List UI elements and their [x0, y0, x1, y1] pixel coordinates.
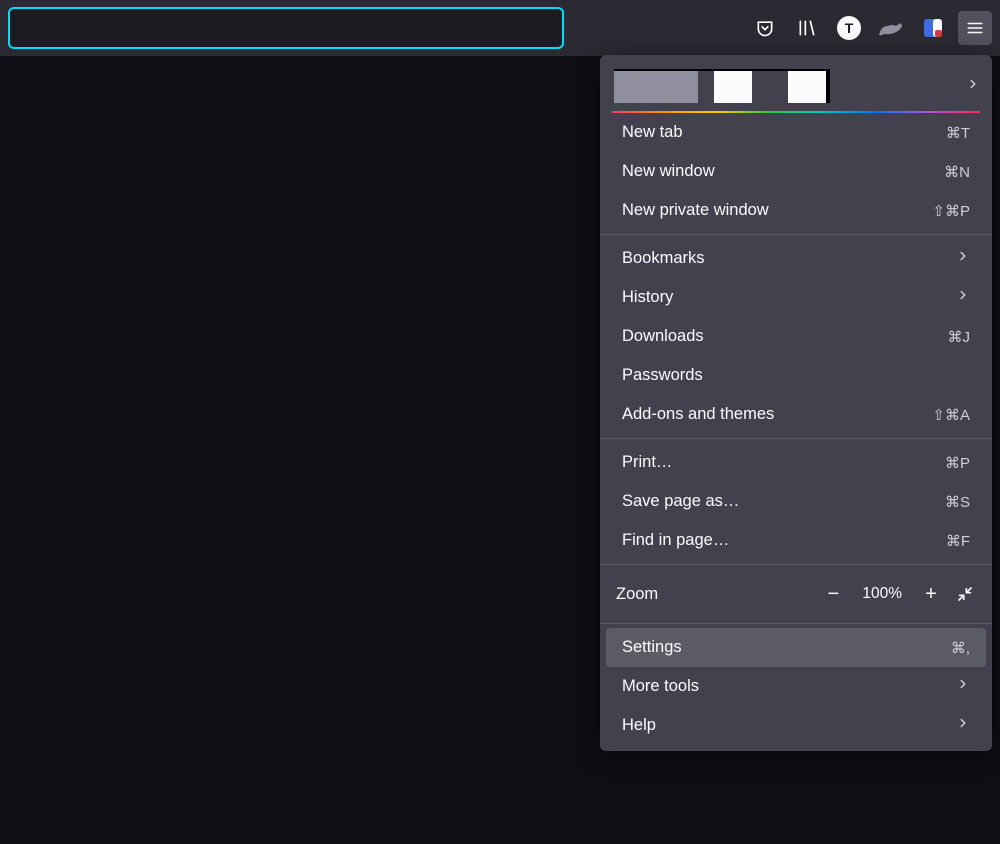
menu-shortcut: ⌘T — [946, 124, 970, 142]
fullscreen-button[interactable] — [950, 579, 980, 609]
menu-item-label: Save page as… — [622, 492, 739, 511]
menu-shortcut: ⌘P — [945, 454, 970, 472]
menu-item-label: New tab — [622, 123, 683, 142]
chevron-right-icon — [956, 677, 970, 696]
chevron-right-icon — [956, 288, 970, 307]
menu-item-label: New window — [622, 162, 715, 181]
menu-item-new-private-window[interactable]: New private window ⇧⌘P — [606, 191, 986, 230]
menu-item-bookmarks[interactable]: Bookmarks — [606, 239, 986, 278]
browser-toolbar: T — [0, 0, 1000, 56]
menu-item-label: New private window — [622, 201, 769, 220]
menu-shortcut: ⇧⌘P — [932, 202, 970, 220]
menu-separator — [600, 623, 992, 624]
menu-shortcut: ⇧⌘A — [932, 406, 970, 424]
menu-item-history[interactable]: History — [606, 278, 986, 317]
menu-item-help[interactable]: Help — [606, 706, 986, 745]
zoom-out-button[interactable]: − — [818, 579, 848, 609]
app-menu-dropdown: New tab ⌘T New window ⌘N New private window ⇧… — [600, 55, 992, 751]
menu-item-label: Bookmarks — [622, 249, 705, 268]
menu-item-label: Downloads — [622, 327, 704, 346]
account-icon[interactable]: T — [832, 11, 866, 45]
menu-item-label: Add-ons and themes — [622, 405, 774, 424]
menu-shortcut: ⌘, — [951, 639, 970, 657]
menu-item-zoom: Zoom−100%+ — [600, 569, 992, 619]
menu-item-save-page-as[interactable]: Save page as… ⌘S — [606, 482, 986, 521]
account-menu-item[interactable] — [600, 61, 992, 111]
extension-animal-icon[interactable] — [874, 11, 908, 45]
zoom-in-button[interactable]: + — [916, 579, 946, 609]
url-bar[interactable] — [8, 7, 564, 49]
menu-shortcut: ⌘F — [946, 532, 970, 550]
hamburger-menu-icon[interactable] — [958, 11, 992, 45]
menu-item-add-ons-and-themes[interactable]: Add-ons and themes ⇧⌘A — [606, 395, 986, 434]
menu-shortcut: ⌘J — [948, 328, 971, 346]
menu-item-passwords[interactable]: Passwords — [606, 356, 986, 395]
menu-separator — [600, 438, 992, 439]
zoom-controls: −100%+ — [818, 579, 980, 609]
menu-item-label: Settings — [622, 638, 682, 657]
menu-item-settings[interactable]: Settings ⌘, — [606, 628, 986, 667]
menu-item-new-window[interactable]: New window ⌘N — [606, 152, 986, 191]
menu-separator — [600, 234, 992, 235]
account-avatar: T — [837, 16, 861, 40]
menu-shortcut: ⌘N — [944, 163, 970, 181]
menu-item-downloads[interactable]: Downloads ⌘J — [606, 317, 986, 356]
menu-item-new-tab[interactable]: New tab ⌘T — [606, 113, 986, 152]
menu-item-label: Find in page… — [622, 531, 729, 550]
menu-separator — [600, 564, 992, 565]
menu-item-label: More tools — [622, 677, 699, 696]
chevron-right-icon — [966, 77, 980, 96]
account-info-redacted — [614, 69, 830, 103]
menu-item-label: History — [622, 288, 673, 307]
menu-item-find-in-page[interactable]: Find in page… ⌘F — [606, 521, 986, 560]
zoom-value: 100% — [852, 585, 912, 603]
pocket-icon[interactable] — [748, 11, 782, 45]
menu-item-label: Help — [622, 716, 656, 735]
menu-shortcut: ⌘S — [945, 493, 970, 511]
menu-item-more-tools[interactable]: More tools — [606, 667, 986, 706]
library-icon[interactable] — [790, 11, 824, 45]
extension-shield-icon[interactable] — [916, 11, 950, 45]
zoom-label: Zoom — [616, 585, 818, 604]
chevron-right-icon — [956, 249, 970, 268]
chevron-right-icon — [956, 716, 970, 735]
menu-item-label: Print… — [622, 453, 672, 472]
menu-item-label: Passwords — [622, 366, 703, 385]
menu-item-print[interactable]: Print… ⌘P — [606, 443, 986, 482]
toolbar-icons: T — [748, 11, 992, 45]
